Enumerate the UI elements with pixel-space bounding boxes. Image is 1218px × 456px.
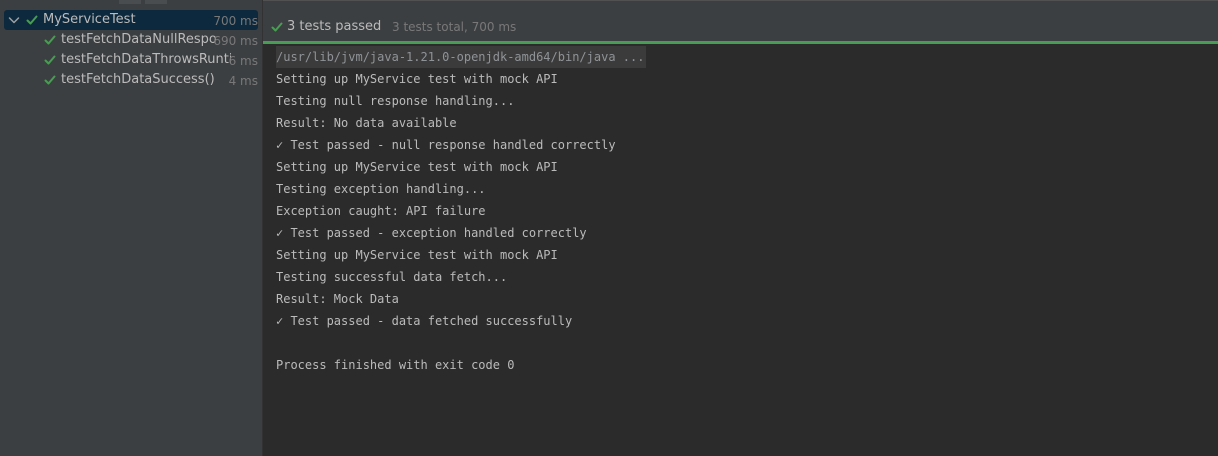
console-line: Result: Mock Data xyxy=(276,292,399,306)
tree-row-test[interactable]: testFetchDataThrowsRuntimeException() 6 … xyxy=(0,50,262,70)
console-line: Setting up MyService test with mock API xyxy=(276,248,558,262)
test-status-bar: 3 tests passed 3 tests total, 700 ms xyxy=(263,0,1218,42)
suite-name: MyServiceTest xyxy=(43,12,136,27)
suite-time: 700 ms xyxy=(213,14,258,28)
test-time: 690 ms xyxy=(213,34,258,48)
console-line: Exception caught: API failure xyxy=(276,204,486,218)
test-time: 6 ms xyxy=(228,54,258,68)
console-panel[interactable]: 3 tests passed 3 tests total, 700 ms /us… xyxy=(263,0,1218,456)
console-line: Result: No data available xyxy=(276,116,457,130)
test-progress-bar xyxy=(263,41,1218,44)
test-name: testFetchDataSuccess() xyxy=(61,72,215,87)
console-line: Testing exception handling... xyxy=(276,182,486,196)
console-line: ✓ Test passed - exception handled correc… xyxy=(276,226,587,240)
console-line: ✓ Test passed - null response handled co… xyxy=(276,138,616,152)
check-icon xyxy=(271,22,283,32)
console-output[interactable]: /usr/lib/jvm/java-1.21.0-openjdk-amd64/b… xyxy=(276,46,647,376)
tests-passed-label: 3 tests passed xyxy=(287,19,382,34)
toolbar-remnant xyxy=(119,0,141,4)
check-icon xyxy=(44,55,56,65)
console-line: Testing null response handling... xyxy=(276,94,515,108)
console-line: Setting up MyService test with mock API xyxy=(276,160,558,174)
tests-total-label: 3 tests total, 700 ms xyxy=(392,20,517,34)
tree-row-test[interactable]: testFetchDataNullResponse() 690 ms xyxy=(0,30,262,50)
console-command[interactable]: /usr/lib/jvm/java-1.21.0-openjdk-amd64/b… xyxy=(276,46,647,68)
test-name: testFetchDataNullResponse() xyxy=(61,32,217,47)
test-time: 4 ms xyxy=(228,74,258,88)
test-tree-panel: MyServiceTest 700 ms testFetchDataNullRe… xyxy=(0,0,263,456)
tree-row-test[interactable]: testFetchDataSuccess() 4 ms xyxy=(0,70,262,90)
chevron-down-icon[interactable] xyxy=(7,13,21,27)
check-icon xyxy=(26,15,38,25)
toolbar-remnant xyxy=(145,0,167,4)
test-runner-window: MyServiceTest 700 ms testFetchDataNullRe… xyxy=(0,0,1218,456)
console-line: Testing successful data fetch... xyxy=(276,270,508,284)
tree-row-suite[interactable]: MyServiceTest 700 ms xyxy=(4,10,258,30)
console-line: Process finished with exit code 0 xyxy=(276,358,515,372)
check-icon xyxy=(44,35,56,45)
console-line: ✓ Test passed - data fetched successfull… xyxy=(276,314,573,328)
check-icon xyxy=(44,75,56,85)
test-name: testFetchDataThrowsRuntimeException() xyxy=(61,52,231,67)
console-line: Setting up MyService test with mock API xyxy=(276,72,558,86)
